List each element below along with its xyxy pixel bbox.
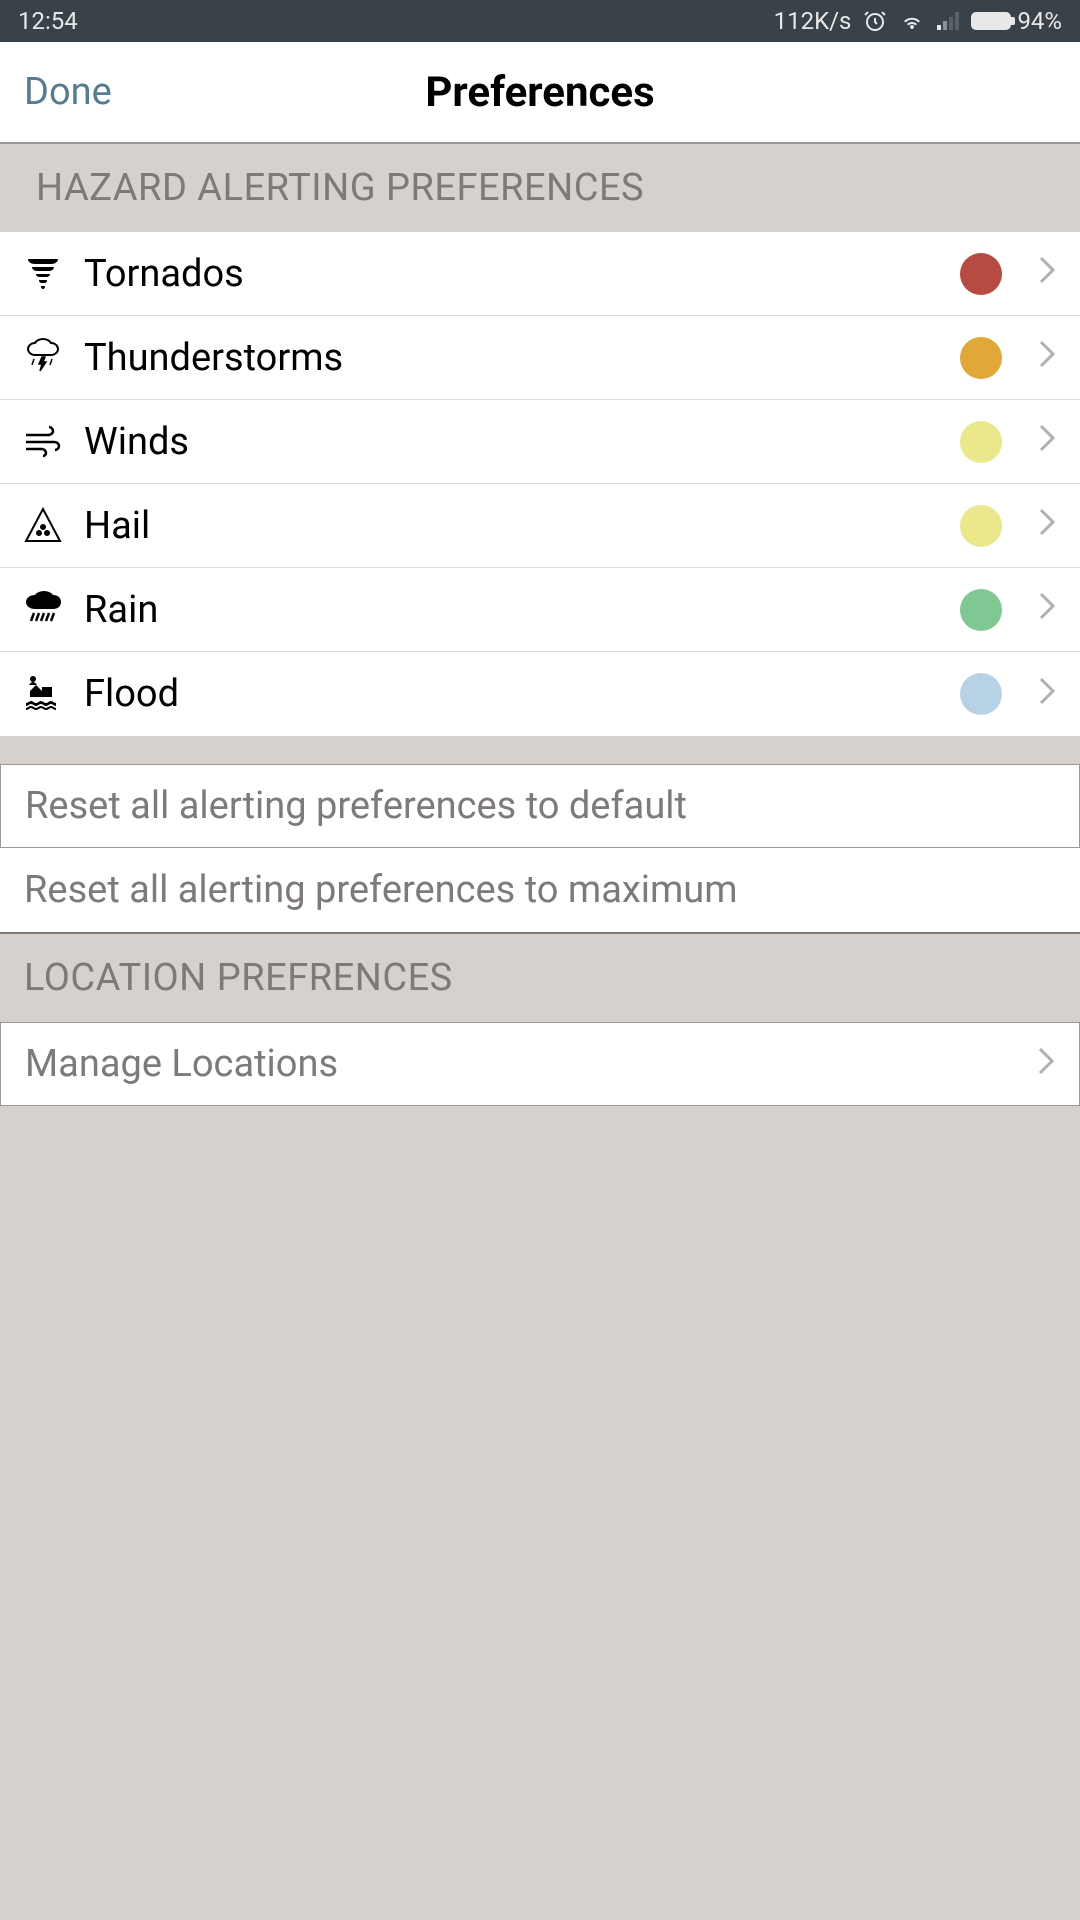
flood-icon (18, 669, 68, 719)
rain-icon (18, 585, 68, 635)
hazard-row-hail[interactable]: Hail (0, 484, 1080, 568)
chevron-right-icon (1037, 1046, 1055, 1083)
action-label: Manage Locations (25, 1042, 1037, 1086)
hazard-row-tornados[interactable]: Tornados (0, 232, 1080, 316)
chevron-right-icon (1038, 255, 1056, 292)
status-dot (960, 253, 1002, 295)
section-header-location: LOCATION PREFRENCES (0, 934, 1080, 1022)
status-right: 112K/s 94% (774, 7, 1062, 35)
wind-icon (18, 417, 68, 467)
status-bar: 12:54 112K/s 94% (0, 0, 1080, 42)
status-time: 12:54 (18, 7, 78, 35)
signal-icon (937, 12, 959, 30)
hail-icon (18, 501, 68, 551)
status-dot (960, 337, 1002, 379)
manage-locations-button[interactable]: Manage Locations (0, 1022, 1080, 1106)
hazard-label: Hail (84, 504, 960, 548)
hazard-label: Rain (84, 588, 960, 632)
chevron-right-icon (1038, 507, 1056, 544)
hazard-row-thunderstorms[interactable]: Thunderstorms (0, 316, 1080, 400)
alarm-icon (863, 9, 887, 33)
network-speed: 112K/s (774, 7, 852, 35)
thunderstorm-icon (18, 333, 68, 383)
page-title: Preferences (425, 68, 654, 117)
chevron-right-icon (1038, 676, 1056, 713)
reset-default-button[interactable]: Reset all alerting preferences to defaul… (0, 764, 1080, 848)
spacer (0, 736, 1080, 764)
hazard-label: Tornados (84, 252, 960, 296)
hazard-label: Winds (84, 420, 960, 464)
battery-percent: 94% (1017, 7, 1062, 35)
status-dot (960, 589, 1002, 631)
hazard-row-flood[interactable]: Flood (0, 652, 1080, 736)
status-dot (960, 421, 1002, 463)
chevron-right-icon (1038, 339, 1056, 376)
hazard-row-winds[interactable]: Winds (0, 400, 1080, 484)
hazard-label: Flood (84, 672, 960, 716)
action-label: Reset all alerting preferences to defaul… (25, 784, 1055, 828)
chevron-right-icon (1038, 591, 1056, 628)
hazard-label: Thunderstorms (84, 336, 960, 380)
done-button[interactable]: Done (24, 70, 112, 114)
chevron-right-icon (1038, 423, 1056, 460)
section-header-hazard: HAZARD ALERTING PREFERENCES (0, 144, 1080, 232)
battery-icon (971, 12, 1011, 30)
wifi-icon (899, 11, 925, 31)
status-dot (960, 505, 1002, 547)
battery-indicator: 94% (971, 7, 1062, 35)
status-dot (960, 673, 1002, 715)
tornado-icon (18, 249, 68, 299)
hazard-row-rain[interactable]: Rain (0, 568, 1080, 652)
action-label: Reset all alerting preferences to maximu… (24, 868, 1056, 912)
reset-max-button[interactable]: Reset all alerting preferences to maximu… (0, 848, 1080, 932)
nav-bar: Done Preferences (0, 42, 1080, 144)
hazard-list: Tornados Thunderstorms Winds Hail (0, 232, 1080, 736)
